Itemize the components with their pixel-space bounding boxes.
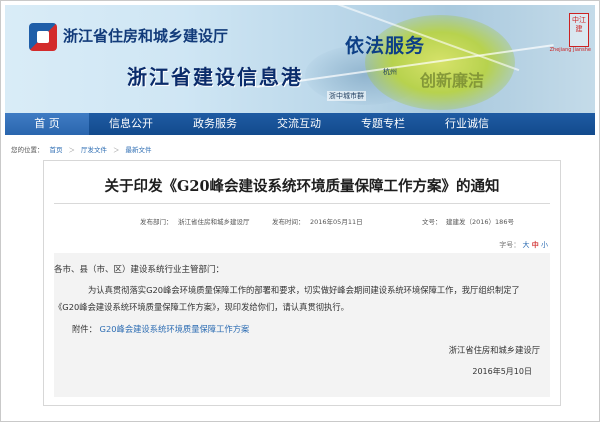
article-card: 关于印发《G20峰会建设系统环境质量保障工作方案》的通知 发布部门： 浙江省住房… — [43, 160, 561, 406]
meta-date-value: 2016年05月11日 — [310, 218, 363, 226]
article-body: 各市、县（市、区）建设系统行业主管部门： 为认真贯彻落实G20峰会环境质量保障工… — [54, 253, 550, 397]
font-size-small[interactable]: 小 — [541, 241, 548, 249]
nav-item-interaction[interactable]: 交流互动 — [257, 113, 341, 135]
slogan: 依法服务 — [345, 35, 426, 57]
map-decoration — [365, 15, 515, 110]
map-label: 浙中城市群 — [327, 91, 366, 101]
attachment-label: 附件： — [72, 324, 97, 334]
breadcrumb-separator: ＞ — [113, 146, 120, 154]
signer: 浙江省住房和城乡建设厅 — [448, 345, 540, 355]
font-size-label: 字号： — [499, 241, 521, 249]
title-divider — [54, 203, 550, 204]
nav-item-gov-services[interactable]: 政务服务 — [173, 113, 257, 135]
nav-item-home[interactable]: 首 页 — [5, 113, 89, 135]
breadcrumb: 您的位置： 首页 ＞ 厅发文件 ＞ 最新文件 — [11, 144, 152, 154]
seal-caption: Zhejiang Jianshe — [549, 47, 591, 53]
breadcrumb-latest-documents[interactable]: 最新文件 — [126, 144, 152, 154]
map-label: 杭州 — [383, 68, 397, 76]
nav-item-special-topics[interactable]: 专题专栏 — [341, 113, 425, 135]
nav-item-info-disclosure[interactable]: 信息公开 — [89, 113, 173, 135]
page-frame: 浙江省住房和城乡建设厅 浙江省建设信息港 依法服务 创新廉洁 浙中城市群 杭州 … — [0, 0, 600, 422]
article-title: 关于印发《G20峰会建设系统环境质量保障工作方案》的通知 — [104, 178, 500, 195]
site-banner: 浙江省住房和城乡建设厅 浙江省建设信息港 依法服务 创新廉洁 浙中城市群 杭州 … — [5, 5, 595, 113]
attachment: 附件： G20峰会建设系统环境质量保障工作方案 — [72, 323, 249, 335]
meta-dept-value: 浙江省住房和城乡建设厅 — [178, 218, 250, 226]
site-name: 浙江省建设信息港 — [127, 65, 303, 89]
seal-stamp: 中江建 — [569, 13, 589, 47]
slogan-secondary: 创新廉洁 — [420, 71, 485, 90]
signing-date: 2016年5月10日 — [472, 367, 532, 376]
salutation: 各市、县（市、区）建设系统行业主管部门： — [54, 265, 225, 275]
meta-dept-label: 发布部门： — [140, 218, 173, 226]
meta-doc-value: 建建发（2016）186号 — [446, 218, 514, 226]
body-paragraph: 为认真贯彻落实G20峰会环境质量保障工作的部署和要求，切实做好峰会期间建设系统环… — [54, 285, 520, 312]
font-size-medium[interactable]: 中 — [532, 241, 539, 249]
meta-doc-label: 文号： — [422, 218, 442, 226]
department-name[interactable]: 浙江省住房和城乡建设厅 — [63, 25, 228, 46]
attachment-link[interactable]: G20峰会建设系统环境质量保障工作方案 — [100, 324, 250, 334]
breadcrumb-prefix: 您的位置： — [11, 146, 44, 154]
main-nav: 首 页 信息公开 政务服务 交流互动 专题专栏 行业诚信 — [5, 113, 595, 135]
breadcrumb-dept-documents[interactable]: 厅发文件 — [81, 144, 107, 154]
nav-item-credit[interactable]: 行业诚信 — [425, 113, 509, 135]
department-logo-icon[interactable] — [29, 23, 57, 51]
meta-date-label: 发布时间： — [272, 218, 305, 226]
breadcrumb-home[interactable]: 首页 — [50, 144, 63, 154]
font-size-large[interactable]: 大 — [523, 241, 530, 249]
breadcrumb-separator: ＞ — [68, 146, 76, 154]
font-size-switcher: 字号： 大 中 小 — [499, 240, 548, 250]
